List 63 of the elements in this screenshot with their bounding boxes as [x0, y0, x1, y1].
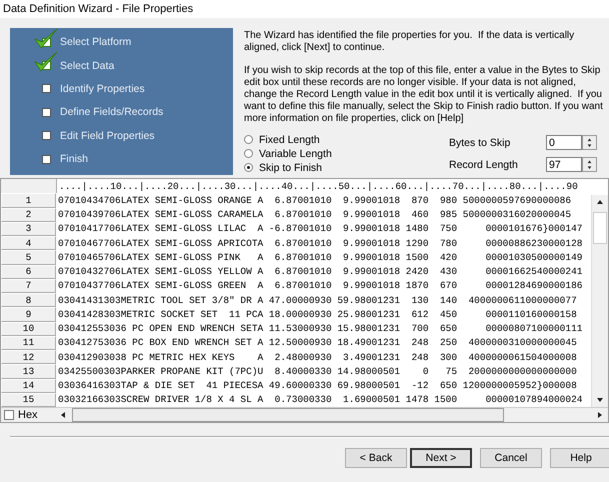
wizard-button[interactable]: Cancel [480, 448, 542, 468]
record-text: 03036416303TAP & DIE SET 41 PIECESA 49.60000330 69.98000501 -12 650 1200000005952}000008 [57, 380, 577, 392]
record-text: 07010432706LATEX SEMI-GLOSS YELLOW A 6.87001010 9.99001018 2420 430 00001662540000241 [57, 266, 582, 278]
scroll-thumb[interactable] [72, 408, 504, 422]
record-text: 07010465706LATEX SEMI-GLOSS PINK A 6.87001010 9.99001018 1500 420 00001030500000149 [57, 252, 582, 263]
instruction-text: The Wizard has identified the file properties for you. If the data is vertically aligned, click [Next] to continue. [244, 30, 576, 54]
row-number: 14 [1, 378, 56, 393]
record-text: 030412753036 PC BOX END WRENCH SET A 12.50000930 18.49001231 248 250 4000000310000000045 [57, 337, 577, 348]
radio-button[interactable] [244, 163, 253, 172]
spin-buttons[interactable] [582, 157, 597, 172]
record-text: 07010417706LATEX SEMI-GLOSS LILAC A -6.87001010 9.99001018 1480 750 0000101676}000147 [57, 223, 582, 234]
window-title: Data Definition Wizard - File Properties [3, 3, 194, 15]
record-text: 030412903038 PC METRIC HEX KEYS A 2.48000930 3.49001231 248 300 4000000061504000008 [57, 352, 577, 363]
record-text: 03041431303METRIC TOOL SET 3/8" DR A 47.00000930 59.98001231 130 140 4000000611000000077 [57, 294, 577, 306]
row-number: 11 [1, 336, 56, 350]
scroll-thumb[interactable] [593, 212, 607, 244]
row-number: 10 [1, 322, 56, 336]
record-text: 030412553036 PC OPEN END WRENCH SETA 11.53000930 15.98001231 700 650 00000807100000111 [57, 323, 582, 334]
number-field[interactable]: 0 [546, 135, 582, 150]
step-label: Edit Field Properties [60, 130, 155, 142]
number-field[interactable]: 97 [546, 157, 582, 172]
wizard-button[interactable]: Next > [410, 448, 472, 468]
record-text: 03425500303PARKER PROPANE KIT (7PC)U 8.40000330 14.98000501 0 75 2000000000000000000 [57, 366, 577, 377]
radio-label: Variable Length [259, 148, 332, 160]
row-number: 15 [1, 392, 56, 407]
grid-corner [1, 179, 57, 194]
row-number: 1 [1, 193, 56, 208]
step-label: Define Fields/Records [60, 106, 164, 118]
record-text: 07010434706LATEX SEMI-GLOSS ORANGE A 6.87001010 9.99001018 870 980 5000000597690000086 [57, 194, 572, 206]
radio-button[interactable] [244, 149, 253, 158]
wizard-button[interactable]: Help [550, 448, 609, 468]
radio-label: Skip to Finish [259, 162, 322, 174]
wizard-button[interactable]: < Back [345, 448, 407, 468]
field-label: Bytes to Skip [449, 136, 512, 148]
record-text: 07010439706LATEX SEMI-GLOSS CARAMELA 6.87001010 9.99001018 460 985 5000000316020000045 [57, 209, 572, 220]
record-text: 03032166303SCREW DRIVER 1/8 X 4 SL A 0.73000330 1.69000501 1478 1500 00000107894000024 [57, 394, 582, 406]
row-number: 2 [1, 208, 56, 222]
radio-label: Fixed Length [259, 134, 320, 146]
radio-button[interactable] [244, 135, 253, 144]
record-text: 07010467706LATEX SEMI-GLOSS APRICOTA 6.87001010 9.99001018 1290 780 00000886230000128 [57, 238, 582, 249]
row-number: 13 [1, 364, 56, 378]
step-label: Identify Properties [60, 82, 145, 95]
row-number: 4 [1, 236, 56, 250]
vertical-scrollbar[interactable] [591, 195, 608, 407]
step-label: Finish [60, 153, 88, 166]
spin-buttons[interactable] [582, 135, 597, 150]
row-number: 6 [1, 264, 56, 279]
row-number: 12 [1, 350, 56, 364]
column-ruler: ....|....10...|....20...|....30...|....40...|....50...|....60...|....70...|....80...|....90 [58, 180, 578, 192]
row-number: 7 [1, 278, 56, 293]
step-label: Select Platform [60, 36, 132, 48]
horizontal-scrollbar[interactable] [56, 408, 608, 422]
row-number: 3 [1, 222, 56, 236]
row-number: 8 [1, 293, 56, 308]
hex-label: Hex [18, 409, 38, 421]
row-number: 9 [1, 307, 56, 322]
record-text: 03041428303METRIC SOCKET SET 11 PCA 18.00000930 25.98001231 612 450 0000110160000158 [57, 308, 577, 320]
instruction-text: If you wish to skip records at the top of this file, enter a value in the Bytes to Skip edit box until these records are no longer visible. If your data is not aligned, change the Record Length value in the edit box until it is vertically aligned. If you want to define this file manually, select the Skip to Finish radio button. If you want more information on file properties, click on [Help] [244, 65, 604, 125]
hex-checkbox[interactable] [4, 410, 14, 420]
record-text: 07010437706LATEX SEMI-GLOSS GREEN A 6.87001010 9.99001018 1870 670 00001284690000186 [57, 280, 582, 292]
row-number: 5 [1, 250, 56, 264]
step-label: Select Data [60, 60, 114, 72]
field-label: Record Length [449, 158, 519, 170]
